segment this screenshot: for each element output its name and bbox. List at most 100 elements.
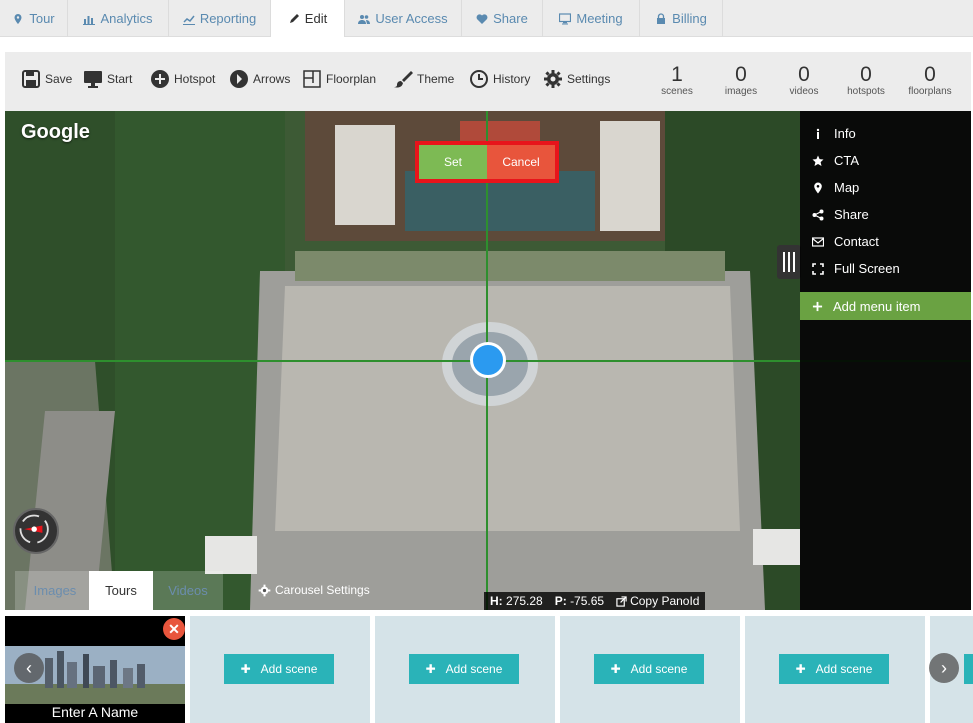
chevron-right-icon: › bbox=[941, 657, 947, 678]
add-scene-button[interactable]: ✚ Add scene bbox=[409, 654, 519, 684]
stat-label: floorplans bbox=[908, 86, 952, 97]
stat-value: 0 bbox=[924, 63, 936, 86]
share-icon bbox=[812, 209, 824, 220]
menu-item-map[interactable]: Map bbox=[812, 180, 859, 195]
add-scene-label: Add scene bbox=[445, 662, 503, 676]
compass-control[interactable] bbox=[13, 508, 59, 554]
menu-item-full-screen[interactable]: Full Screen bbox=[812, 261, 900, 276]
tab-tour[interactable]: Tour bbox=[0, 0, 68, 37]
clock-icon bbox=[470, 70, 488, 88]
cancel-button[interactable]: Cancel bbox=[487, 145, 555, 179]
envelope-icon bbox=[812, 236, 824, 247]
tab-user-access[interactable]: User Access bbox=[345, 0, 462, 37]
tab-meeting[interactable]: Meeting bbox=[543, 0, 640, 37]
menu-item-label: CTA bbox=[834, 153, 860, 168]
carousel-prev-button[interactable]: ‹ bbox=[14, 653, 44, 683]
empty-scene-slot: ✚ Add scene bbox=[190, 616, 370, 723]
star-icon bbox=[812, 155, 824, 166]
plus-circle-icon bbox=[151, 70, 169, 88]
carousel-settings-label: Carousel Settings bbox=[275, 583, 370, 597]
settings-button[interactable]: Settings bbox=[543, 69, 610, 89]
remove-scene-button[interactable]: ✕ bbox=[163, 618, 185, 640]
panorama-viewer[interactable]: Google Set Cancel Images Tours Videos Ca… bbox=[5, 111, 971, 610]
expand-icon bbox=[812, 262, 824, 275]
tab-tours[interactable]: Tours bbox=[89, 571, 153, 610]
menu-item-info[interactable]: Info bbox=[812, 126, 856, 141]
tab-label: Analytics bbox=[100, 11, 153, 26]
line-chart-icon bbox=[182, 15, 195, 25]
menu-item-label: Contact bbox=[834, 234, 879, 249]
add-scene-button[interactable]: ✚ Add scene bbox=[779, 654, 889, 684]
start-button[interactable]: Start bbox=[83, 69, 132, 89]
menu-item-contact[interactable]: Contact bbox=[812, 234, 879, 249]
tab-billing[interactable]: Billing bbox=[640, 0, 723, 37]
floorplan-icon bbox=[303, 70, 321, 88]
plus-icon: ✚ bbox=[240, 662, 251, 676]
map-marker-icon bbox=[14, 13, 22, 24]
carousel-settings-button[interactable]: Carousel Settings bbox=[258, 583, 370, 597]
top-navigation: Tour Analytics Reporting Edit User Acces… bbox=[0, 0, 973, 37]
heading-readout: H: 275.28 bbox=[490, 594, 543, 608]
monitor-icon bbox=[559, 12, 572, 24]
scene-name[interactable]: Enter A Name bbox=[5, 701, 185, 723]
stat-label: scenes bbox=[661, 86, 693, 97]
empty-scene-slot: ✚ Add scene bbox=[375, 616, 555, 723]
heading-pitch-readout: H: 275.28 P: -75.65 Copy PanoId bbox=[484, 592, 706, 610]
add-scene-button-partial[interactable] bbox=[964, 654, 973, 684]
settings-label: Settings bbox=[567, 72, 611, 86]
stat-label: videos bbox=[789, 86, 819, 97]
menu-item-label: Map bbox=[834, 180, 860, 195]
pitch-value: -75.65 bbox=[570, 594, 605, 608]
hotspot-button[interactable]: Hotspot bbox=[150, 69, 215, 89]
plus-icon bbox=[812, 301, 823, 311]
compass-icon bbox=[19, 514, 49, 544]
pencil-icon bbox=[289, 13, 299, 23]
side-menu-drag-handle[interactable] bbox=[777, 245, 801, 279]
scenes-carousel: Enter A Name ✕ ‹ ✚ Add scene ✚ Add scene… bbox=[0, 610, 973, 723]
set-start-view-box: Set Cancel bbox=[415, 141, 559, 183]
empty-scene-slot: ✚ Add scene bbox=[560, 616, 740, 723]
tab-label: Share bbox=[493, 11, 528, 26]
tab-label: Tour bbox=[29, 11, 55, 26]
editor-toolbar: Save Start Hotspot Arrows Floorplan Them… bbox=[5, 52, 971, 111]
copy-panoid-button[interactable]: Copy PanoId bbox=[616, 594, 699, 608]
start-point-target[interactable] bbox=[470, 342, 506, 378]
menu-item-label: Full Screen bbox=[834, 261, 900, 276]
floppy-disk-icon bbox=[22, 70, 40, 88]
gear-icon bbox=[544, 70, 562, 88]
history-button[interactable]: History bbox=[469, 69, 530, 89]
tab-images[interactable]: Images bbox=[15, 571, 95, 610]
arrows-label: Arrows bbox=[253, 72, 291, 86]
external-link-icon bbox=[616, 595, 627, 607]
tab-videos[interactable]: Videos bbox=[153, 571, 223, 610]
tab-reporting[interactable]: Reporting bbox=[169, 0, 271, 37]
plus-icon: ✚ bbox=[610, 662, 621, 676]
add-menu-item-button[interactable]: Add menu item bbox=[800, 292, 971, 320]
pitch-readout: P: -75.65 bbox=[555, 594, 604, 608]
stat-value: 0 bbox=[860, 63, 872, 86]
arrows-button[interactable]: Arrows bbox=[229, 69, 290, 89]
stat-label: hotspots bbox=[847, 86, 885, 97]
chevron-left-icon: ‹ bbox=[26, 657, 32, 678]
plus-icon: ✚ bbox=[425, 662, 436, 676]
stat-scenes: 1 scenes bbox=[657, 64, 697, 98]
plus-icon: ✚ bbox=[795, 662, 806, 676]
paintbrush-icon bbox=[394, 71, 413, 88]
carousel-next-button[interactable]: › bbox=[929, 653, 959, 683]
theme-button[interactable]: Theme bbox=[393, 69, 454, 89]
add-scene-button[interactable]: ✚ Add scene bbox=[594, 654, 704, 684]
stat-videos: 0 videos bbox=[780, 64, 828, 98]
add-scene-label: Add scene bbox=[260, 662, 318, 676]
tab-analytics[interactable]: Analytics bbox=[68, 0, 169, 37]
tab-label: Billing bbox=[672, 11, 707, 26]
stat-value: 0 bbox=[735, 63, 747, 86]
menu-item-cta[interactable]: CTA bbox=[812, 153, 859, 168]
floorplan-button[interactable]: Floorplan bbox=[302, 69, 376, 89]
tab-share[interactable]: Share bbox=[462, 0, 543, 37]
add-scene-button[interactable]: ✚ Add scene bbox=[224, 654, 334, 684]
arrow-circle-icon bbox=[230, 70, 248, 88]
tab-edit[interactable]: Edit bbox=[271, 0, 345, 37]
save-button[interactable]: Save bbox=[21, 69, 72, 89]
menu-item-share[interactable]: Share bbox=[812, 207, 869, 222]
set-button[interactable]: Set bbox=[419, 145, 487, 179]
